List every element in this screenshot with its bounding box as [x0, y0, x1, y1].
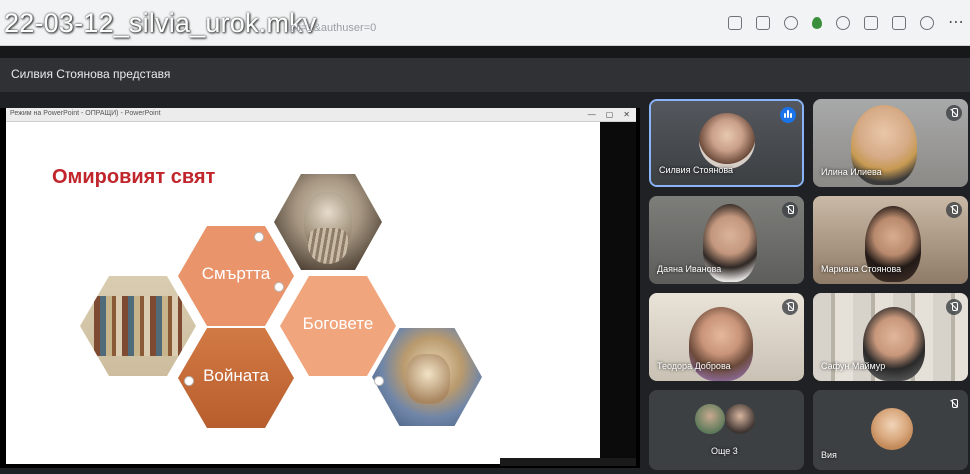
- participant-tile-others[interactable]: Още 3: [649, 390, 804, 470]
- participant-video: [699, 113, 755, 169]
- participant-name: Вия: [821, 450, 837, 460]
- minimize-icon[interactable]: —: [588, 110, 596, 119]
- participant-tile[interactable]: Илина Илиева: [813, 99, 968, 187]
- participant-name: Силвия Стоянова: [659, 165, 734, 175]
- shared-screen: Режим на PowerPoint - ОПРАЩИ) - PowerPoi…: [0, 108, 640, 468]
- participant-name: Мариана Стоянова: [821, 264, 902, 274]
- participant-tile[interactable]: Вия: [813, 390, 968, 470]
- read-aloud-icon[interactable]: [756, 16, 770, 30]
- tapestry-image: [80, 276, 196, 376]
- more-icon[interactable]: ⋯: [948, 15, 964, 31]
- collections-icon[interactable]: [892, 16, 906, 30]
- close-icon[interactable]: ✕: [623, 110, 630, 119]
- hexagon-death[interactable]: Смъртта: [178, 226, 294, 326]
- screen-dark-strip: [600, 122, 636, 464]
- extension-circle-icon[interactable]: [836, 16, 850, 30]
- participant-tile[interactable]: Мариана Стоянова: [813, 196, 968, 284]
- hexagon-war[interactable]: Войната: [178, 328, 294, 428]
- participant-name: Сафун Маймур: [821, 361, 886, 371]
- mic-off-icon: [946, 299, 962, 315]
- ppt-status-strip: [500, 458, 636, 466]
- speaking-indicator-icon: [780, 107, 796, 123]
- tracking-icon[interactable]: [784, 16, 798, 30]
- mic-off-icon: [782, 202, 798, 218]
- url-fragment[interactable]: pli=1&authuser=0: [290, 22, 376, 34]
- browser-icons: ⋯: [728, 15, 964, 31]
- participant-avatar: [871, 408, 913, 450]
- reader-icon[interactable]: [728, 16, 742, 30]
- hexagon-label-death: Смъртта: [201, 264, 271, 283]
- participant-name: Даяна Иванова: [657, 264, 722, 274]
- ppt-titlebar: Режим на PowerPoint - ОПРАЩИ) - PowerPoi…: [6, 108, 636, 122]
- presenting-bar: Силвия Стоянова представя: [0, 58, 970, 92]
- participant-name: Илина Илиева: [821, 167, 882, 177]
- participant-name: Теодора Доброва: [657, 361, 731, 371]
- ppt-window-title: Режим на PowerPoint - ОПРАЩИ) - PowerPoi…: [10, 110, 161, 117]
- participant-tile[interactable]: Даяна Иванова: [649, 196, 804, 284]
- gods-painting-image: [372, 328, 482, 426]
- decor-dot: [184, 376, 194, 386]
- presentation-slide: Омировият свят Смъртта Боговете Войната: [6, 122, 600, 464]
- hexagon-label-war: Войната: [203, 366, 269, 385]
- hexagon-gods[interactable]: Боговете: [280, 276, 396, 376]
- homer-bust-image: [274, 174, 382, 270]
- participant-tile-presenter[interactable]: Силвия Стоянова: [649, 99, 804, 187]
- decor-dot: [374, 376, 384, 386]
- presenting-text: Силвия Стоянова представя: [11, 67, 171, 81]
- mic-off-icon: [946, 202, 962, 218]
- profile-icon[interactable]: [920, 16, 934, 30]
- mic-off-icon: [782, 299, 798, 315]
- favorites-icon[interactable]: [864, 16, 878, 30]
- participant-name: Още 3: [711, 446, 738, 456]
- mic-off-icon: [946, 396, 962, 412]
- slide-title: Омировият свят: [52, 166, 216, 188]
- decor-dot: [274, 282, 284, 292]
- browser-toolbar: 22-03-12_silvia_urok.mkv pli=1&authuser=…: [0, 0, 970, 46]
- video-file-title: 22-03-12_silvia_urok.mkv: [4, 8, 317, 38]
- participant-tile[interactable]: Теодора Доброва: [649, 293, 804, 381]
- window-controls: — ▢ ✕: [588, 110, 630, 119]
- mic-off-icon: [946, 105, 962, 121]
- meet-top-strip: [0, 46, 970, 58]
- hexagon-label-gods: Боговете: [302, 314, 374, 333]
- extension-icon[interactable]: [812, 17, 822, 29]
- decor-dot: [254, 232, 264, 242]
- maximize-icon[interactable]: ▢: [606, 110, 614, 119]
- participant-tile[interactable]: Сафун Маймур: [813, 293, 968, 381]
- participant-avatar: [695, 404, 725, 434]
- participant-avatar: [725, 404, 755, 434]
